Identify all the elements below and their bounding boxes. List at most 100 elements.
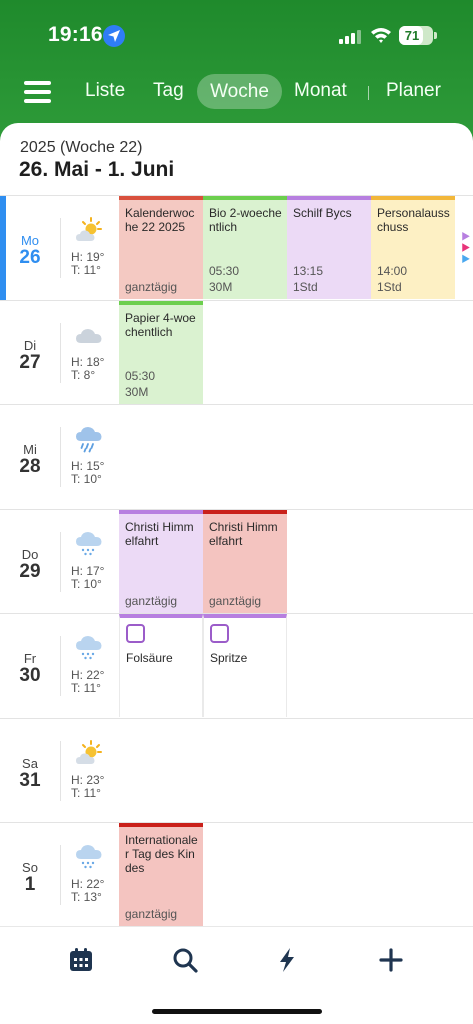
more-events-icon[interactable] bbox=[461, 232, 471, 264]
calendar-icon[interactable] bbox=[66, 945, 96, 975]
day-number: 31 bbox=[19, 769, 41, 791]
event-time: 05:30 bbox=[125, 368, 156, 383]
day-divider bbox=[60, 322, 61, 383]
day-of-week: Di bbox=[23, 337, 37, 353]
battery-percent: 71 bbox=[404, 28, 420, 43]
day-divider bbox=[60, 531, 61, 592]
menu-icon[interactable] bbox=[24, 81, 51, 103]
task-title: Spritze bbox=[210, 651, 248, 665]
temp-low: T: 11° bbox=[71, 681, 101, 695]
drizzle-icon bbox=[74, 530, 104, 558]
task-checkbox[interactable] bbox=[126, 624, 145, 643]
event-title: Papier 4-woechentlich bbox=[125, 310, 196, 339]
task-title: Folsäure bbox=[126, 651, 173, 665]
temp-low: T: 13° bbox=[71, 890, 102, 904]
event-title: Schilf Bycs bbox=[293, 206, 352, 220]
status-time: 19:16 bbox=[48, 23, 103, 46]
event-title: Bio 2-woechentlich bbox=[209, 206, 282, 234]
bolt-icon[interactable] bbox=[272, 945, 302, 975]
tab-tag[interactable]: Tag bbox=[153, 80, 184, 102]
event-card[interactable]: Kalenderwoche 22 2025 ganztägig bbox=[119, 196, 203, 299]
temp-low: T: 11° bbox=[71, 785, 101, 800]
battery-icon: 71 bbox=[399, 26, 437, 45]
temp-high: H: 19° bbox=[71, 250, 105, 264]
tab-planer[interactable]: Planer bbox=[386, 80, 441, 102]
event-card[interactable]: Schilf Bycs 13:15 1Std bbox=[287, 196, 371, 299]
search-icon[interactable] bbox=[170, 945, 200, 975]
event-time: 05:30 bbox=[209, 264, 240, 278]
tab-divider bbox=[368, 86, 369, 100]
tab-liste[interactable]: Liste bbox=[85, 80, 125, 102]
day-of-week: So bbox=[22, 860, 38, 875]
home-indicator bbox=[152, 1009, 322, 1014]
event-duration: 1Std bbox=[293, 280, 318, 294]
event-card[interactable]: Papier 4-woechentlich 05:30 30M bbox=[119, 300, 203, 404]
view-switcher: Liste Tag Woche Monat Planer bbox=[0, 74, 473, 110]
event-all-day: ganztägig bbox=[125, 907, 178, 921]
location-icon bbox=[103, 25, 125, 47]
temp-high: H: 18° bbox=[71, 354, 105, 369]
task-checkbox[interactable] bbox=[210, 624, 229, 643]
event-time: 14:00 bbox=[377, 264, 408, 278]
temp-high: H: 17° bbox=[71, 563, 105, 578]
day-of-week: Do bbox=[21, 546, 39, 562]
cloud-icon bbox=[74, 321, 104, 349]
temp-high: H: 22° bbox=[71, 668, 105, 682]
day-row[interactable]: Do 29 H: 17° T: 10° Christi Himmelfahrt ganzt… bbox=[0, 508, 473, 613]
event-card[interactable]: Internationaler Tag des Kindes ganztägig bbox=[119, 823, 203, 926]
temp-low: T: 10° bbox=[71, 576, 102, 591]
day-of-week: Sa bbox=[22, 755, 38, 771]
tab-woche[interactable]: Woche bbox=[197, 74, 282, 109]
plus-icon[interactable] bbox=[376, 945, 406, 975]
battery-tip bbox=[434, 32, 437, 39]
temp-high: H: 22° bbox=[71, 877, 105, 891]
event-title: Internationaler Tag des Kindes bbox=[125, 833, 198, 875]
day-row[interactable]: Mi 28 H: 15° T: 10° bbox=[0, 404, 473, 508]
event-duration: 30M bbox=[125, 384, 149, 399]
day-divider bbox=[60, 427, 61, 487]
day-row[interactable]: Mo 26 H: 19° T: 11° Kalenderwoche 22 2025 gan… bbox=[0, 195, 473, 300]
task-card[interactable]: Folsäure bbox=[119, 614, 203, 717]
event-title: Christi Himmelfahrt bbox=[209, 519, 278, 548]
day-divider bbox=[60, 740, 61, 801]
day-number: 29 bbox=[19, 560, 41, 582]
day-number: 27 bbox=[19, 351, 41, 373]
day-row[interactable]: Di 27 H: 18° T: 8° Papier 4-woechentlich 05:3… bbox=[0, 299, 473, 404]
day-row[interactable]: Sa 31 H: 23° T: 11° bbox=[0, 717, 473, 822]
event-title: Personalausschuss bbox=[377, 206, 450, 234]
day-row[interactable]: Fr 30 H: 22° T: 11° Folsäure Spritze bbox=[0, 613, 473, 717]
event-time: 13:15 bbox=[293, 264, 324, 278]
wifi-icon bbox=[370, 26, 392, 49]
event-card[interactable]: Personalausschuss 14:00 1Std bbox=[371, 196, 455, 299]
day-row[interactable]: So 1 H: 22° T: 13° Internationaler Tag des K… bbox=[0, 822, 473, 926]
event-all-day: ganztägig bbox=[125, 593, 178, 608]
week-date-range: 26. Mai - 1. Juni bbox=[19, 158, 175, 181]
day-divider bbox=[60, 218, 61, 278]
event-all-day: ganztägig bbox=[125, 280, 178, 294]
day-divider bbox=[60, 845, 61, 905]
event-title: Christi Himmelfahrt bbox=[125, 519, 194, 548]
day-number: 28 bbox=[19, 456, 41, 477]
drizzle-icon bbox=[74, 843, 104, 871]
day-of-week: Fr bbox=[23, 651, 37, 666]
rain-icon bbox=[74, 425, 104, 453]
sun-cloud-icon bbox=[74, 739, 104, 767]
sun-cloud-icon bbox=[74, 216, 104, 244]
event-card[interactable]: Christi Himmelfahrt ganztägig bbox=[203, 509, 287, 613]
task-card[interactable]: Spritze bbox=[203, 614, 287, 717]
event-duration: 30M bbox=[209, 280, 233, 294]
event-all-day: ganztägig bbox=[209, 593, 262, 608]
temp-low: T: 8° bbox=[71, 367, 96, 382]
event-title: Kalenderwoche 22 2025 bbox=[125, 206, 195, 234]
event-card[interactable]: Christi Himmelfahrt ganztägig bbox=[119, 509, 203, 613]
day-of-week: Mi bbox=[23, 442, 37, 457]
drizzle-icon bbox=[74, 634, 104, 662]
day-number: 30 bbox=[19, 665, 41, 686]
tab-monat[interactable]: Monat bbox=[294, 80, 347, 102]
event-card[interactable]: Bio 2-woechentlich 05:30 30M bbox=[203, 196, 287, 299]
temp-low: T: 10° bbox=[71, 472, 102, 486]
event-duration: 1Std bbox=[377, 280, 402, 294]
day-number: 1 bbox=[24, 874, 36, 895]
cellular-signal-icon bbox=[339, 28, 361, 44]
week-number: 2025 (Woche 22) bbox=[20, 139, 143, 156]
